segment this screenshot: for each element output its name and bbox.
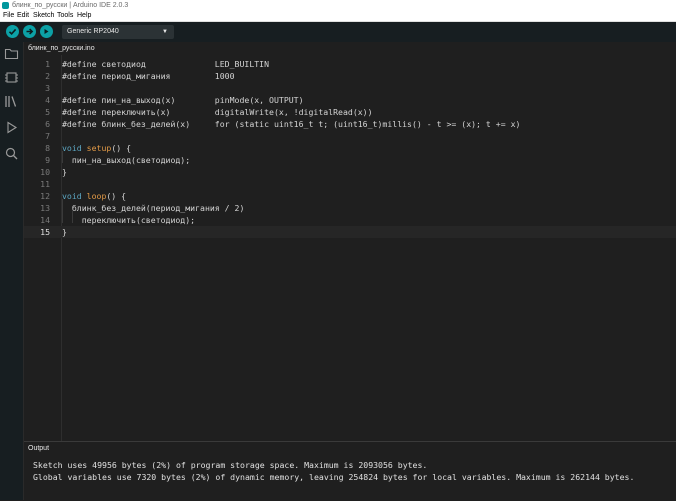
code-line[interactable]: 3 <box>24 82 676 94</box>
line-number: 8 <box>45 143 50 153</box>
search-icon[interactable] <box>4 146 19 161</box>
board-manager-icon[interactable] <box>4 70 19 85</box>
code-text: void setup() { <box>62 143 132 153</box>
output-line: Sketch uses 49956 bytes (2%) of program … <box>33 460 428 470</box>
code-text: #define блинк_без_делей(x) for (static u… <box>62 119 521 129</box>
line-number: 1 <box>45 59 50 69</box>
upload-button[interactable] <box>23 25 36 38</box>
menu-file[interactable]: File <box>3 11 14 21</box>
line-number: 10 <box>40 167 50 177</box>
editor-tab-bar: блинк_по_русски.ino <box>24 42 676 55</box>
code-text: } <box>62 227 67 237</box>
line-number: 2 <box>45 71 50 81</box>
output-panel: Output Sketch uses 49956 bytes (2%) of p… <box>24 441 676 501</box>
code-text: void loop() { <box>62 191 127 201</box>
arrow-right-icon <box>26 28 34 35</box>
code-line[interactable]: 10} <box>24 166 676 178</box>
menu-tools[interactable]: Tools <box>57 11 73 21</box>
debug-icon[interactable] <box>4 120 19 135</box>
board-name: Generic RP2040 <box>67 28 119 35</box>
debug-icon <box>44 29 49 34</box>
code-text: #define переключить(x) digitalWrite(x, !… <box>62 107 373 117</box>
checkmark-icon <box>8 28 17 35</box>
code-line[interactable]: 4 #define пин_на_выход(x) pinMode(x, OUTP… <box>24 94 676 106</box>
chevron-down-icon: ▼ <box>162 29 168 35</box>
verify-button[interactable] <box>6 25 19 38</box>
code-line[interactable]: 12 void loop() { <box>24 190 676 202</box>
code-text: #define светодиод LED_BUILTIN <box>62 59 270 69</box>
code-editor[interactable]: 1 #define светодиод LED_BUILTIN 2 #define п… <box>24 55 676 441</box>
code-line[interactable]: 8 void setup() { <box>24 142 676 154</box>
line-number: 4 <box>45 95 50 105</box>
library-icon[interactable] <box>4 94 19 109</box>
line-number: 12 <box>40 191 50 201</box>
code-text: #define период_мигания 1000 <box>62 71 235 81</box>
tab-sketch-file[interactable]: блинк_по_русски.ino <box>24 42 101 55</box>
output-line: Global variables use 7320 bytes (2%) of … <box>33 472 635 482</box>
folder-icon[interactable] <box>4 46 19 61</box>
code-text: блинк_без_делей(период_мигания / 2) <box>62 203 245 213</box>
line-number: 9 <box>45 155 50 165</box>
line-number: 13 <box>40 203 50 213</box>
code-text: #define пин_на_выход(x) pinMode(x, OUTPU… <box>62 95 304 105</box>
board-selector[interactable]: Generic RP2040 ▼ <box>62 25 174 39</box>
code-line[interactable]: 15} <box>24 226 676 238</box>
code-text: } <box>62 167 67 177</box>
code-line[interactable]: 5 #define переключить(x) digitalWrite(x, … <box>24 106 676 118</box>
code-text: пин_на_выход(светодиод); <box>62 155 191 165</box>
debug-button[interactable] <box>40 25 53 38</box>
code-line[interactable]: 7 <box>24 130 676 142</box>
line-number: 3 <box>45 83 50 93</box>
menu-bar: File Edit Sketch Tools Help <box>0 11 676 22</box>
output-title: Output <box>28 445 50 452</box>
line-number: 7 <box>45 131 50 141</box>
window-title: блинк_по_русски | Arduino IDE 2.0.3 <box>12 2 129 9</box>
code-line[interactable]: 6 #define блинк_без_делей(x) for (static … <box>24 118 676 130</box>
line-number: 5 <box>45 107 50 117</box>
activity-sidebar <box>0 42 24 500</box>
arduino-logo-icon <box>2 2 9 9</box>
line-number: 15 <box>40 227 50 237</box>
line-number: 6 <box>45 119 50 129</box>
code-line[interactable]: 1 #define светодиод LED_BUILTIN <box>24 58 676 70</box>
code-text: переключить(светодиод); <box>62 215 196 225</box>
line-number: 11 <box>40 179 50 189</box>
code-line[interactable]: 2 #define период_мигания 1000 <box>24 70 676 82</box>
menu-sketch[interactable]: Sketch <box>33 11 54 21</box>
code-line[interactable]: 14 переключить(светодиод); <box>24 214 676 226</box>
code-line[interactable]: 11 <box>24 178 676 190</box>
toolbar: Generic RP2040 ▼ <box>0 22 676 42</box>
title-bar: блинк_по_русски | Arduino IDE 2.0.3 <box>0 0 676 11</box>
code-line[interactable]: 9 пин_на_выход(светодиод); <box>24 154 676 166</box>
menu-edit[interactable]: Edit <box>17 11 29 21</box>
code-line[interactable]: 13 блинк_без_делей(период_мигания / 2) <box>24 202 676 214</box>
line-number: 14 <box>40 215 50 225</box>
menu-help[interactable]: Help <box>77 11 91 21</box>
